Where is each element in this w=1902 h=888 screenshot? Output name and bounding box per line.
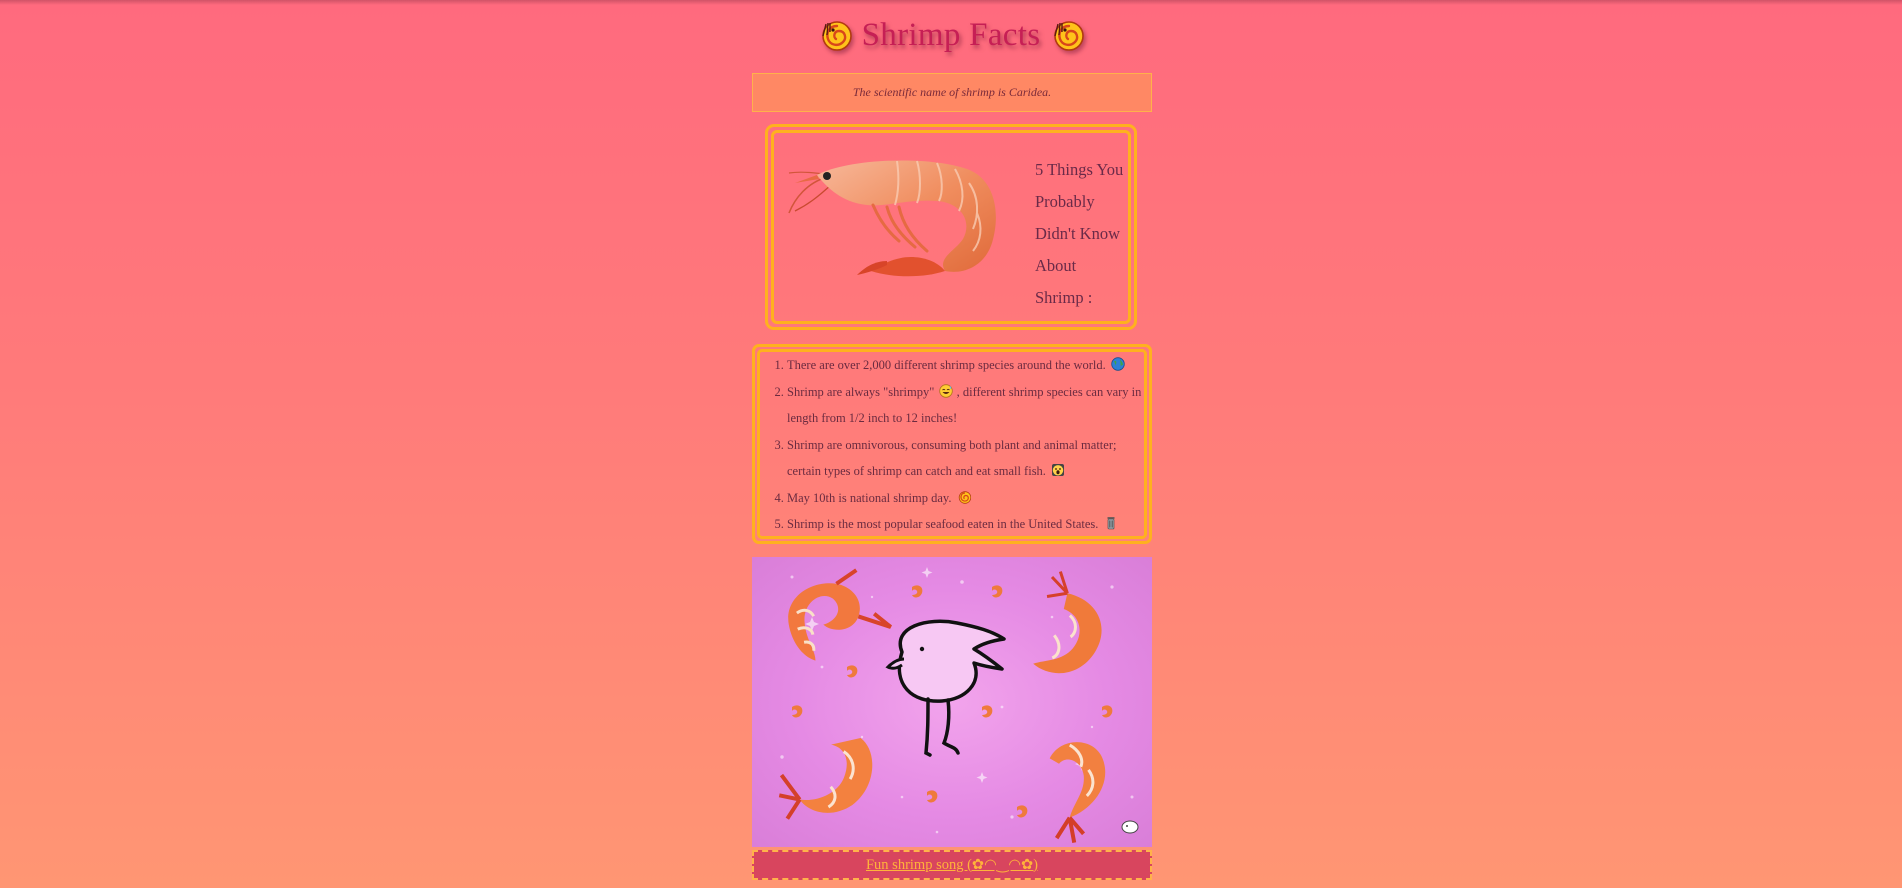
intro-heading: 5 Things You Probably Didn't Know About … xyxy=(1035,154,1125,314)
facts-list: There are over 2,000 different shrimp sp… xyxy=(760,352,1144,538)
fact-item: There are over 2,000 different shrimp sp… xyxy=(787,352,1144,379)
facts-box-inner: There are over 2,000 different shrimp sp… xyxy=(757,349,1147,539)
intro-line: About xyxy=(1035,256,1077,275)
fact-item: May 10th is national shrimp day. xyxy=(787,485,1144,512)
scientific-name-text: The scientific name of shrimp is Caridea… xyxy=(852,85,1052,99)
intro-card-inner: 5 Things You Probably Didn't Know About … xyxy=(771,130,1131,324)
fun-shrimp-song-link[interactable]: Fun shrimp song (✿◠‿◠✿) xyxy=(866,857,1038,874)
intro-line: Didn't Know xyxy=(1035,224,1121,243)
intro-line: 5 Things You xyxy=(1035,160,1124,179)
fact-text: There are over 2,000 different shrimp sp… xyxy=(787,358,1106,372)
shrimp-photo xyxy=(788,160,996,277)
fact-text: Shrimp is the most popular seafood eaten… xyxy=(787,517,1099,531)
intro-card: 5 Things You Probably Didn't Know About … xyxy=(765,124,1137,330)
dancing-bird-shrimp-animation xyxy=(778,567,1139,843)
fact-text: Shrimp are omnivorous, consuming both pl… xyxy=(787,437,1117,479)
trash-can-emoji-icon xyxy=(1107,517,1115,530)
fact-text: May 10th is national shrimp day. xyxy=(787,490,952,505)
intro-line: Shrimp : xyxy=(1035,288,1093,307)
fact-item: Shrimp is the most popular seafood eaten… xyxy=(787,511,1144,538)
shrimp-emoji-icon xyxy=(821,21,852,51)
globe-emoji-icon xyxy=(1111,357,1125,371)
facts-box: There are over 2,000 different shrimp sp… xyxy=(752,344,1152,544)
scientific-name-banner: The scientific name of shrimp is Caridea… xyxy=(752,73,1152,112)
grinning-sweat-emoji-icon xyxy=(939,383,954,398)
fact-item: Shrimp are omnivorous, consuming both pl… xyxy=(787,432,1144,485)
fact-item: Shrimp are always "shrimpy" , different … xyxy=(787,379,1144,432)
intro-line: Probably xyxy=(1035,192,1095,211)
top-shadow xyxy=(0,0,1902,5)
page-header: Shrimp Facts xyxy=(0,12,1902,58)
screaming-face-emoji-icon xyxy=(1052,464,1065,476)
fact-text-start: Shrimp are always "shrimpy" xyxy=(787,384,935,399)
shrimp-emoji-icon xyxy=(1054,21,1085,51)
song-link-bar: Fun shrimp song (✿◠‿◠✿) xyxy=(752,850,1152,880)
shrimp-emoji-icon xyxy=(958,490,971,504)
page-title: Shrimp Facts xyxy=(861,16,1041,53)
shrimp-dance-video[interactable] xyxy=(752,557,1152,847)
